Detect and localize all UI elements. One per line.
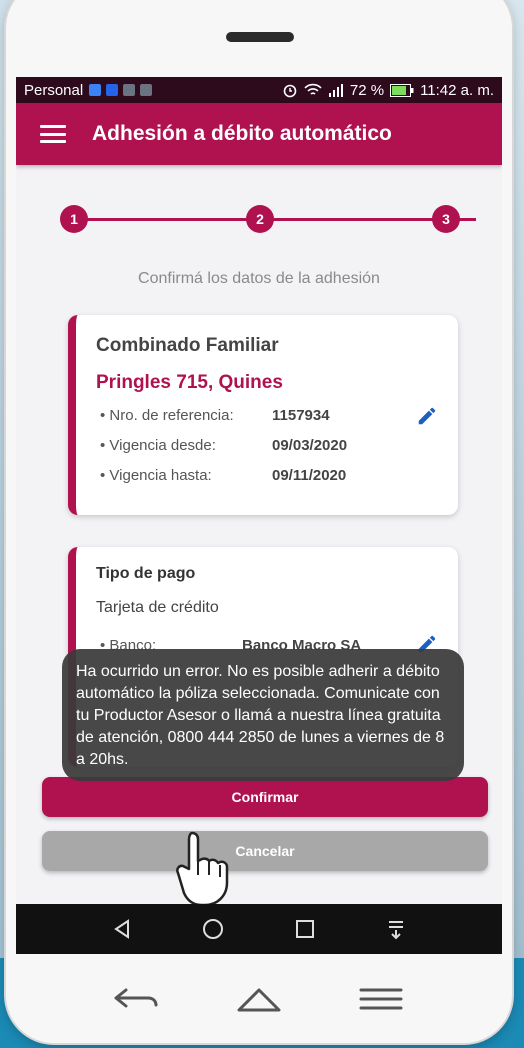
stepper-line (74, 218, 476, 221)
recents-square-icon[interactable] (290, 914, 320, 944)
policy-title: Combinado Familiar (96, 335, 279, 356)
pencil-icon[interactable] (416, 405, 438, 427)
payment-title: Tipo de pago (96, 565, 196, 582)
step-2: 2 (246, 205, 274, 233)
android-nav-bar (16, 904, 502, 954)
wifi-icon (304, 83, 322, 95)
detail-label: • Vigencia hasta: (100, 467, 212, 484)
detail-value: 09/03/2020 (272, 437, 348, 454)
detail-value: 1157934 (272, 407, 330, 424)
detail-value: 09/11/2020 (272, 467, 347, 484)
error-toast: Ha ocurrido un error. No es posible adhe… (62, 649, 464, 781)
battery-icon (390, 83, 414, 97)
payment-method: Tarjeta de crédito (96, 599, 219, 616)
phone-speaker (226, 32, 294, 42)
back-triangle-icon[interactable] (107, 914, 137, 944)
hardware-buttons (6, 955, 512, 1043)
detail-label: • Vigencia desde: (100, 437, 216, 454)
hamburger-menu-icon[interactable] (40, 125, 66, 143)
detail-label: • Nro. de referencia: (100, 407, 234, 424)
signal-icon (328, 84, 343, 97)
status-right: 72 % 11:42 a. m. (282, 82, 494, 99)
detail-row: • Vigencia desde: 09/03/2020 (100, 437, 347, 454)
home-circle-icon[interactable] (198, 914, 228, 944)
clock: 11:42 a. m. (420, 81, 494, 99)
facebook-icon (106, 84, 119, 96)
cancel-button[interactable]: Cancelar (42, 831, 488, 871)
page-title: Adhesión a débito automático (92, 122, 392, 145)
stepper: 1 2 3 (60, 205, 476, 235)
detail-row: • Nro. de referencia: 1157934 (100, 407, 330, 424)
step-1: 1 (60, 205, 88, 233)
back-arrow-icon[interactable] (112, 979, 162, 1019)
status-bar: Personal 72 % 11:42 a. m. (16, 77, 502, 103)
detail-row: • Vigencia hasta: 09/11/2020 (100, 467, 346, 484)
notifications-icon[interactable] (381, 914, 411, 944)
messenger-icon (89, 84, 102, 96)
home-outline-icon[interactable] (234, 979, 284, 1019)
phone-screen: Personal 72 % 11:42 a. m. Adhesión a déb… (16, 77, 502, 954)
step-3: 3 (432, 205, 460, 233)
section-subtitle: Confirmá los datos de la adhesión (138, 270, 380, 287)
policy-address: Pringles 715, Quines (96, 372, 283, 393)
battery-percent: 72 % (349, 81, 385, 99)
hand-pointer-icon (176, 831, 229, 907)
notification-icon (140, 84, 153, 96)
app-bar: Adhesión a débito automático (16, 103, 502, 165)
alarm-icon (283, 84, 297, 98)
gallery-icon (123, 84, 136, 96)
confirm-button[interactable]: Confirmar (42, 777, 488, 817)
phone-device: Personal 72 % 11:42 a. m. Adhesión a déb… (6, 0, 512, 1043)
policy-card: Combinado Familiar Pringles 715, Quines … (68, 315, 458, 515)
menu-lines-icon[interactable] (356, 979, 406, 1019)
carrier-label: Personal (24, 81, 84, 99)
